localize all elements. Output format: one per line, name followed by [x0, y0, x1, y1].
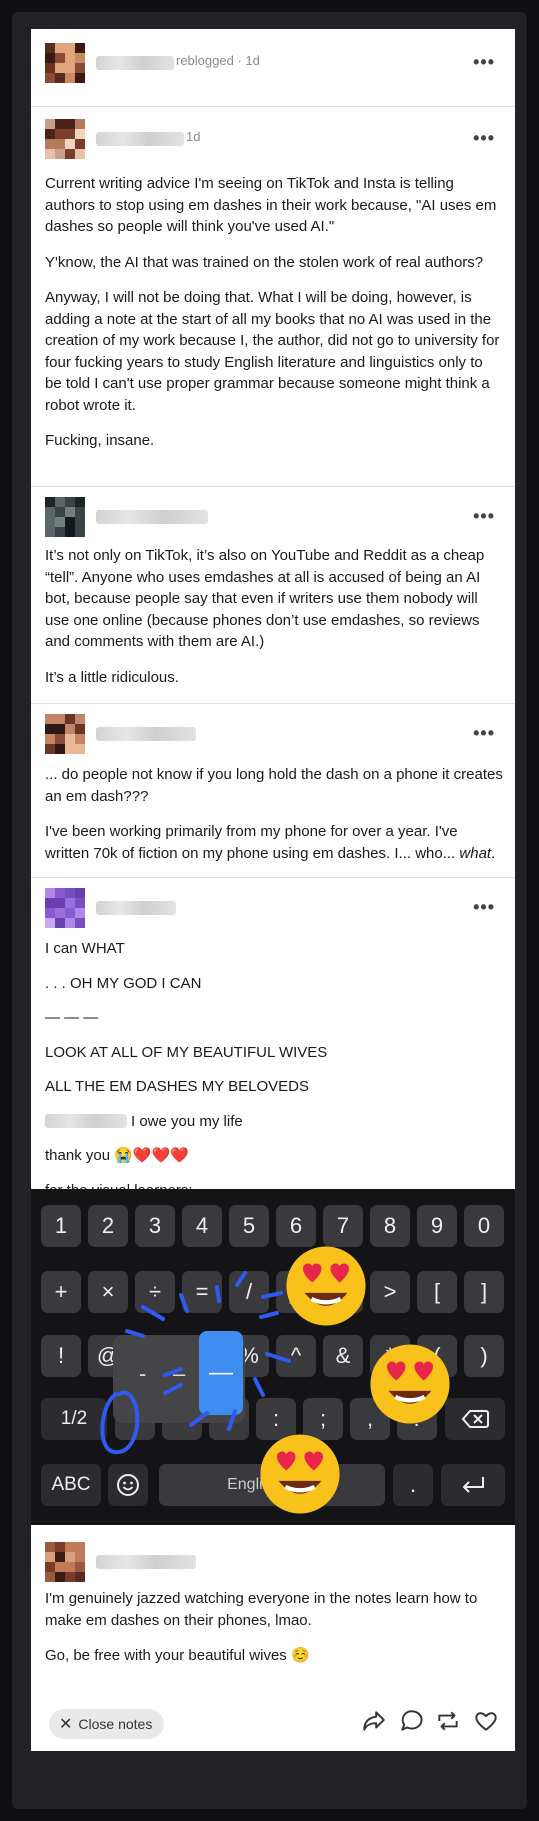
key: [ [417, 1271, 457, 1313]
post-body: ... do people not know if you long hold … [45, 764, 503, 878]
post-body: Current writing advice I'm seeing on Tik… [45, 173, 503, 466]
avatar[interactable] [45, 497, 85, 537]
key: ) [464, 1335, 504, 1377]
key: 5 [229, 1205, 269, 1247]
post-body: It’s not only on TikTok, it’s also on Yo… [45, 545, 503, 702]
paragraph: I've been working primarily from my phon… [45, 823, 496, 862]
key-abc: ABC [41, 1464, 101, 1506]
heart-icon[interactable] [473, 1708, 503, 1738]
heart-eyes-emoji [260, 1434, 340, 1514]
paragraph: thank you 😭❤️❤️❤️ [45, 1147, 189, 1164]
reblog-meta: reblogged · 1d [176, 53, 260, 68]
blurred-username[interactable] [96, 727, 196, 741]
key: × [88, 1271, 128, 1313]
comment-icon[interactable] [399, 1708, 429, 1738]
blurred-username[interactable] [96, 510, 208, 524]
post-time: 1d [186, 129, 201, 144]
heart-eyes-emoji [286, 1246, 366, 1326]
paragraph: Y'know, the AI that was trained on the s… [45, 253, 484, 271]
paragraph: I'm genuinely jazzed watching everyone i… [45, 1590, 478, 1629]
key-period: . [393, 1464, 433, 1506]
key: 4 [182, 1205, 222, 1247]
avatar[interactable] [45, 119, 85, 159]
paragraph: ... do people not know if you long hold … [45, 766, 503, 805]
key: 9 [417, 1205, 457, 1247]
paragraph: ALL THE EM DASHES MY BELOVEDS [45, 1078, 309, 1095]
more-options-icon[interactable]: ••• [473, 506, 495, 527]
avatar[interactable] [45, 1542, 85, 1582]
popup-hyphen: - [139, 1361, 147, 1386]
post-body: I'm genuinely jazzed watching everyone i… [45, 1588, 503, 1681]
paragraph: It’s not only on TikTok, it’s also on Yo… [45, 547, 485, 650]
more-options-icon[interactable]: ••• [473, 897, 495, 918]
key: = [182, 1271, 222, 1313]
paragraph: . . . OH MY GOD I CAN [45, 974, 202, 992]
paragraph: Go, be free with your beautiful wives ☺️ [45, 1647, 310, 1664]
key: & [323, 1335, 363, 1377]
paragraph: — — — [45, 1009, 99, 1026]
enter-icon [441, 1464, 505, 1506]
close-icon: ✕ [59, 1716, 73, 1733]
blurred-username[interactable] [96, 1555, 196, 1569]
post-card: reblogged · 1d ••• 1d ••• Current writin… [31, 29, 515, 1751]
heart-eyes-emoji [370, 1344, 450, 1424]
paragraph: Fucking, insane. [45, 432, 155, 449]
blurred-username[interactable] [96, 132, 184, 146]
key: 8 [370, 1205, 410, 1247]
paragraph: Current writing advice I'm seeing on Tik… [45, 175, 497, 235]
reblog-header: reblogged · 1d ••• [31, 29, 515, 107]
key: > [370, 1271, 410, 1313]
more-options-icon[interactable]: ••• [473, 128, 495, 149]
post-3: ••• ... do people not know if you long h… [31, 704, 515, 878]
close-notes-button[interactable]: ✕ Close notes [49, 1709, 165, 1739]
key: ] [464, 1271, 504, 1313]
avatar[interactable] [45, 43, 85, 83]
key: 6 [276, 1205, 316, 1247]
emoji-icon [108, 1464, 148, 1506]
key: 0 [464, 1205, 504, 1247]
paragraph: I owe you my life [45, 1111, 503, 1133]
post-5: I'm genuinely jazzed watching everyone i… [31, 1526, 515, 1725]
key: 3 [135, 1205, 175, 1247]
close-notes-label: Close notes [78, 1716, 153, 1732]
blurred-username[interactable] [96, 56, 174, 70]
paragraph: I can WHAT [45, 940, 125, 957]
key: ÷ [135, 1271, 175, 1313]
paragraph: Anyway, I will not be doing that. What I… [45, 289, 500, 414]
blurred-mention[interactable] [45, 1113, 127, 1128]
key: ! [41, 1335, 81, 1377]
paragraph: LOOK AT ALL OF MY BEAUTIFUL WIVES [45, 1043, 328, 1061]
share-icon[interactable] [361, 1708, 391, 1738]
post-2: ••• It’s not only on TikTok, it’s also o… [31, 487, 515, 704]
blurred-username[interactable] [96, 901, 176, 915]
key-fraction: 1/2 [41, 1398, 107, 1440]
more-options-icon[interactable]: ••• [473, 52, 495, 73]
backspace-icon [445, 1398, 505, 1440]
key: ^ [276, 1335, 316, 1377]
more-options-icon[interactable]: ••• [473, 723, 495, 744]
popup-em-dash-selected: — [199, 1331, 243, 1415]
key: + [41, 1271, 81, 1313]
key: 7 [323, 1205, 363, 1247]
post-4: ••• I can WHAT . . . OH MY GOD I CAN — —… [31, 878, 515, 1199]
post-body: I can WHAT . . . OH MY GOD I CAN — — — L… [45, 938, 503, 1214]
avatar[interactable] [45, 714, 85, 754]
key: / [229, 1271, 269, 1313]
popup-en-dash: – [173, 1361, 186, 1386]
avatar[interactable] [45, 888, 85, 928]
key: 1 [41, 1205, 81, 1247]
reblog-icon[interactable] [435, 1708, 465, 1738]
key: 2 [88, 1205, 128, 1247]
post-1: 1d ••• Current writing advice I'm seeing… [31, 107, 515, 487]
keyboard-screenshot: 1 2 3 4 5 6 7 8 9 0 + × ÷ = / _ < > [ ] … [31, 1189, 515, 1525]
paragraph: It’s a little ridiculous. [45, 668, 179, 686]
